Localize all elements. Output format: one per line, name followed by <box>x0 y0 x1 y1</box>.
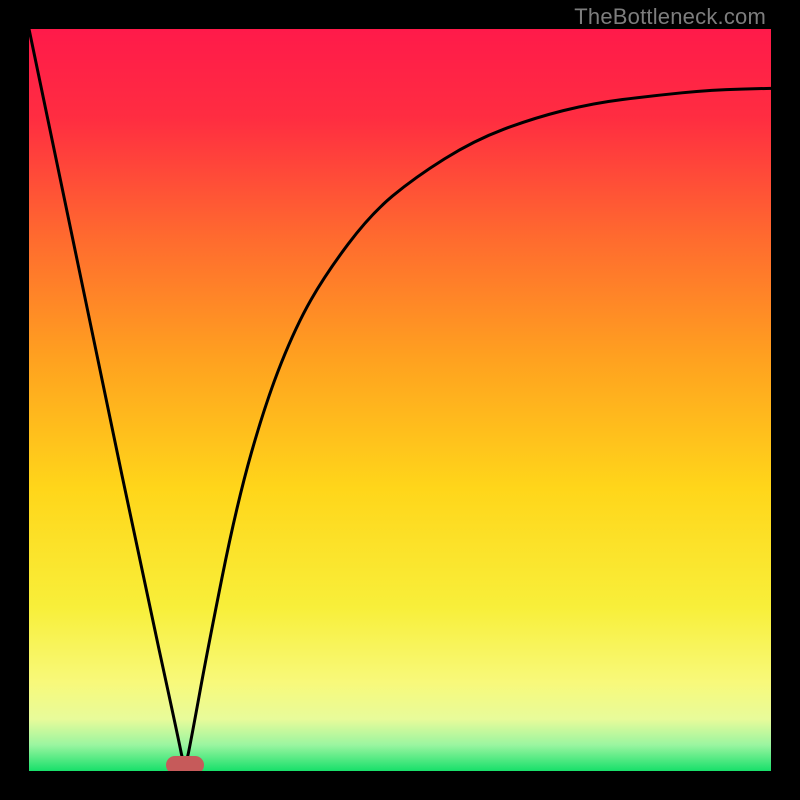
curve-path <box>29 29 771 762</box>
watermark-text: TheBottleneck.com <box>574 4 766 30</box>
bottleneck-curve <box>29 29 771 771</box>
plot-area <box>29 29 771 771</box>
chart-frame: TheBottleneck.com <box>0 0 800 800</box>
minimum-marker <box>166 756 204 771</box>
